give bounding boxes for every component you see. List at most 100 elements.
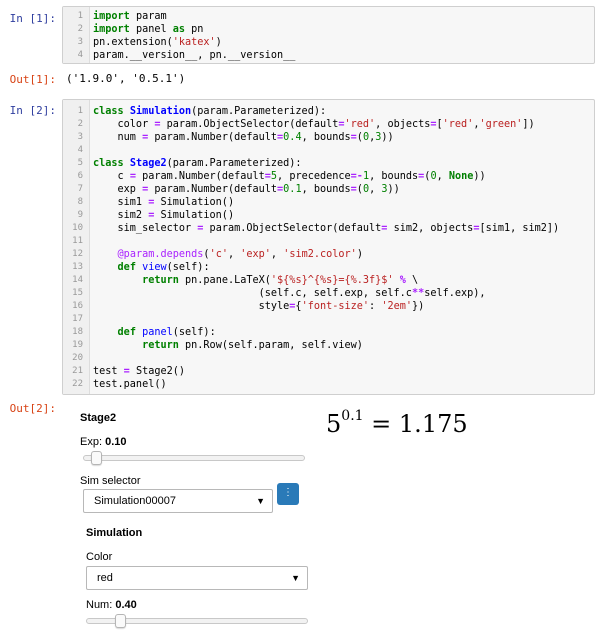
code-line: 4 param.__version__, pn.__version__: [63, 49, 594, 62]
code-text: pn.extension('katex'): [93, 37, 222, 48]
code-text: sim1 = Simulation(): [93, 197, 235, 208]
code-text: def panel(self):: [117, 327, 216, 338]
color-value: red: [97, 572, 113, 584]
code-text: class Stage2(param.Parameterized):: [93, 158, 302, 169]
color-label: Color: [86, 551, 113, 563]
line-number: 17: [72, 314, 83, 324]
line-number: 15: [72, 288, 83, 298]
line-number: 20: [72, 353, 83, 363]
code-line: 4: [63, 144, 594, 157]
line-number: 11: [72, 236, 83, 246]
cell-2-prompt: In [2]:: [9, 104, 56, 117]
code-line: 13 def view(self):: [63, 261, 594, 274]
code-text: import panel as pn: [93, 24, 204, 35]
output-2-prompt: Out[2]:: [9, 402, 56, 415]
line-number: 10: [72, 223, 83, 233]
code-text: return pn.Row(self.param, self.view): [142, 340, 363, 351]
num-value: 0.40: [115, 599, 137, 611]
chevron-down-icon: ▼: [256, 496, 265, 506]
line-number: 19: [72, 340, 83, 350]
code-line: 5 class Stage2(param.Parameterized):: [63, 157, 594, 170]
sim-selector-value: Simulation00007: [94, 495, 176, 507]
exp-label: Exp: 0.10: [80, 436, 127, 448]
code-text: num = param.Number(default=0.4, bounds=(…: [93, 132, 394, 143]
sim-selector-dropdown[interactable]: Simulation00007 ▼: [83, 489, 273, 513]
code-line: 2 color = param.ObjectSelector(default='…: [63, 118, 594, 131]
line-number: 4: [77, 145, 83, 155]
line-number: 14: [72, 275, 83, 285]
line-number: 2: [77, 119, 83, 129]
line-number: 16: [72, 301, 83, 311]
more-icon: ⋮: [283, 487, 293, 498]
line-number: 9: [77, 210, 83, 220]
latex-output: 50.1 = 1.175: [326, 408, 468, 438]
line-number: 7: [77, 184, 83, 194]
code-line: 2 import panel as pn: [63, 23, 594, 36]
code-line: 8 sim1 = Simulation(): [63, 196, 594, 209]
code-text: test = Stage2(): [93, 366, 186, 377]
code-line: 6 c = param.Number(default=5, precedence…: [63, 170, 594, 183]
code-line: 10 sim_selector = param.ObjectSelector(d…: [63, 222, 594, 235]
line-number: 2: [77, 24, 83, 34]
code-text: exp = param.Number(default=0.1, bounds=(…: [93, 184, 400, 195]
stage2-title: Stage2: [80, 412, 117, 424]
line-number: 13: [72, 262, 83, 272]
exp-value: 0.10: [105, 436, 127, 448]
code-text: test.panel(): [93, 379, 167, 390]
line-number: 18: [72, 327, 83, 337]
code-text: @param.depends('c', 'exp', 'sim2.color'): [117, 249, 363, 260]
code-text: return pn.pane.LaTeX('${%s}^{%s}={%.3f}$…: [142, 275, 419, 286]
code-line: 3 pn.extension('katex'): [63, 36, 594, 49]
simulation-title: Simulation: [86, 527, 143, 539]
code-text: sim_selector = param.ObjectSelector(defa…: [93, 223, 560, 234]
code-text: style={'font-size': '2em'}): [93, 301, 425, 312]
num-slider-handle[interactable]: [115, 614, 126, 628]
code-text: sim2 = Simulation(): [93, 210, 235, 221]
line-number: 5: [77, 158, 83, 168]
code-text: color = param.ObjectSelector(default='re…: [93, 119, 535, 130]
code-text: class Simulation(param.Parameterized):: [93, 106, 327, 117]
line-number: 4: [77, 50, 83, 60]
code-line: 7 exp = param.Number(default=0.1, bounds…: [63, 183, 594, 196]
line-number: 12: [72, 249, 83, 259]
code-line: 16 style={'font-size': '2em'}): [63, 300, 594, 313]
exp-slider-handle[interactable]: [91, 451, 102, 465]
latex-exponent: 0.1: [341, 408, 364, 424]
code-line: 12 @param.depends('c', 'exp', 'sim2.colo…: [63, 248, 594, 261]
line-number: 1: [77, 106, 83, 116]
code-line: 17: [63, 313, 594, 326]
line-number: 1: [77, 11, 83, 21]
color-dropdown[interactable]: red ▼: [86, 566, 308, 590]
latex-result: = 1.175: [363, 410, 468, 438]
code-line: 3 num = param.Number(default=0.4, bounds…: [63, 131, 594, 144]
code-line: 19 return pn.Row(self.param, self.view): [63, 339, 594, 352]
line-number: 22: [72, 379, 83, 389]
code-line: 20: [63, 352, 594, 365]
num-label: Num: 0.40: [86, 599, 137, 611]
line-number: 21: [72, 366, 83, 376]
sim-selector-label: Sim selector: [80, 475, 141, 487]
code-line: 11: [63, 235, 594, 248]
code-line: 1 class Simulation(param.Parameterized):: [63, 105, 594, 118]
line-number: 3: [77, 132, 83, 142]
cell-2-code-editor[interactable]: 1 class Simulation(param.Parameterized): 2…: [62, 99, 595, 395]
code-line: 22 test.panel(): [63, 378, 594, 391]
code-text: c = param.Number(default=5, precedence=-…: [93, 171, 486, 182]
exp-slider[interactable]: [83, 451, 305, 465]
code-text: param.__version__, pn.__version__: [93, 50, 296, 61]
num-slider[interactable]: [86, 614, 308, 628]
chevron-down-icon: ▼: [291, 573, 300, 583]
latex-base: 5: [326, 410, 342, 438]
code-line: 9 sim2 = Simulation(): [63, 209, 594, 222]
code-text: (self.c, self.exp, self.c**self.exp),: [93, 288, 486, 299]
cell-1-code-editor[interactable]: 1 import param 2 import panel as pn 3 pn.exte…: [62, 6, 595, 64]
line-number: 8: [77, 197, 83, 207]
output-1-text: ('1.9.0', '0.5.1'): [66, 72, 186, 85]
code-line: 14 return pn.pane.LaTeX('${%s}^{%s}={%.3…: [63, 274, 594, 287]
output-1-prompt: Out[1]:: [9, 73, 56, 86]
more-options-button[interactable]: ⋮: [277, 483, 299, 505]
code-line: 1 import param: [63, 10, 594, 23]
line-number: 6: [77, 171, 83, 181]
code-text: import param: [93, 11, 167, 22]
code-text: def view(self):: [117, 262, 210, 273]
